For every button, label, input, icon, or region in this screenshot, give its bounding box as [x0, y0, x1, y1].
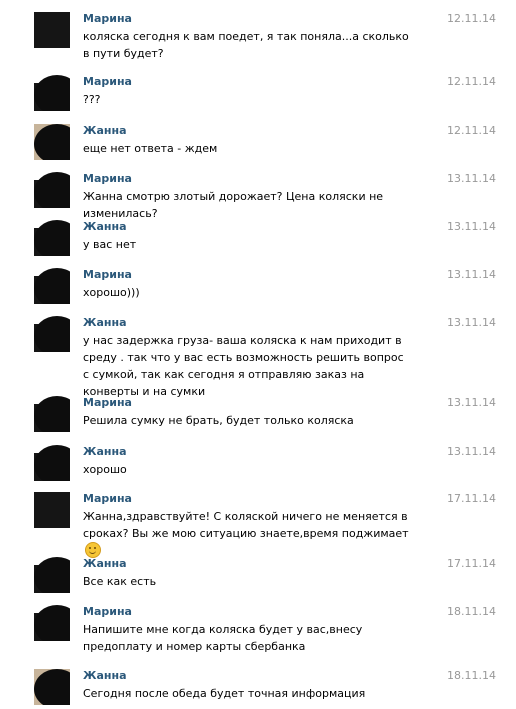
message-author[interactable]: Марина — [83, 396, 132, 409]
smiley-icon — [85, 542, 101, 558]
message-text: хорошо))) — [83, 286, 140, 299]
message-text: Жанна,здравствуйте! С коляской ничего не… — [83, 508, 413, 560]
message-text: у вас нет — [83, 238, 137, 251]
message-text: Напишите мне когда коляска будет у вас,в… — [83, 623, 363, 653]
message-date[interactable]: 18.11.14 — [447, 669, 496, 682]
message-date[interactable]: 13.11.14 — [447, 172, 496, 185]
message-date[interactable]: 12.11.14 — [447, 75, 496, 88]
message-date[interactable]: 13.11.14 — [447, 316, 496, 329]
avatar[interactable] — [34, 75, 70, 111]
message-date[interactable]: 13.11.14 — [447, 268, 496, 281]
message-author[interactable]: Марина — [83, 12, 132, 25]
avatar[interactable] — [34, 669, 70, 705]
message-text-content: Жанна,здравствуйте! С коляской ничего не… — [83, 510, 409, 540]
message-author[interactable]: Жанна — [83, 669, 127, 682]
message-date[interactable]: 12.11.14 — [447, 124, 496, 137]
avatar[interactable] — [34, 492, 70, 528]
message-text: Все как есть — [83, 575, 157, 588]
message-text: коляска сегодня к вам поедет, я так поня… — [83, 30, 409, 60]
message-author[interactable]: Марина — [83, 492, 132, 505]
avatar[interactable] — [34, 316, 70, 352]
message-text: Сегодня после обеда будет точная информа… — [83, 687, 366, 700]
message-text: Жанна смотрю злотый дорожает? Цена коляс… — [83, 190, 384, 220]
message-author[interactable]: Жанна — [83, 557, 127, 570]
avatar[interactable] — [34, 268, 70, 304]
message-author[interactable]: Жанна — [83, 124, 127, 137]
message-date[interactable]: 17.11.14 — [447, 492, 496, 505]
message-date[interactable]: 17.11.14 — [447, 557, 496, 570]
message-date[interactable]: 13.11.14 — [447, 445, 496, 458]
message-author[interactable]: Марина — [83, 605, 132, 618]
message-author[interactable]: Марина — [83, 172, 132, 185]
message-text: ??? — [83, 93, 101, 106]
avatar[interactable] — [34, 445, 70, 481]
message-author[interactable]: Марина — [83, 268, 132, 281]
message-text: Решила сумку не брать, будет только коля… — [83, 414, 354, 427]
message-date[interactable]: 13.11.14 — [447, 396, 496, 409]
message-author[interactable]: Марина — [83, 75, 132, 88]
message-author[interactable]: Жанна — [83, 316, 127, 329]
avatar[interactable] — [34, 557, 70, 593]
avatar[interactable] — [34, 124, 70, 160]
message-date[interactable]: 18.11.14 — [447, 605, 496, 618]
message-text: у нас задержка груза- ваша коляска к нам… — [83, 334, 404, 398]
message-text: еще нет ответа - ждем — [83, 142, 218, 155]
avatar[interactable] — [34, 605, 70, 641]
avatar[interactable] — [34, 12, 70, 48]
message-author[interactable]: Жанна — [83, 445, 127, 458]
message-date[interactable]: 13.11.14 — [447, 220, 496, 233]
avatar[interactable] — [34, 220, 70, 256]
avatar[interactable] — [34, 396, 70, 432]
avatar[interactable] — [34, 172, 70, 208]
message-author[interactable]: Жанна — [83, 220, 127, 233]
message-text: хорошо — [83, 463, 127, 476]
message-date[interactable]: 12.11.14 — [447, 12, 496, 25]
